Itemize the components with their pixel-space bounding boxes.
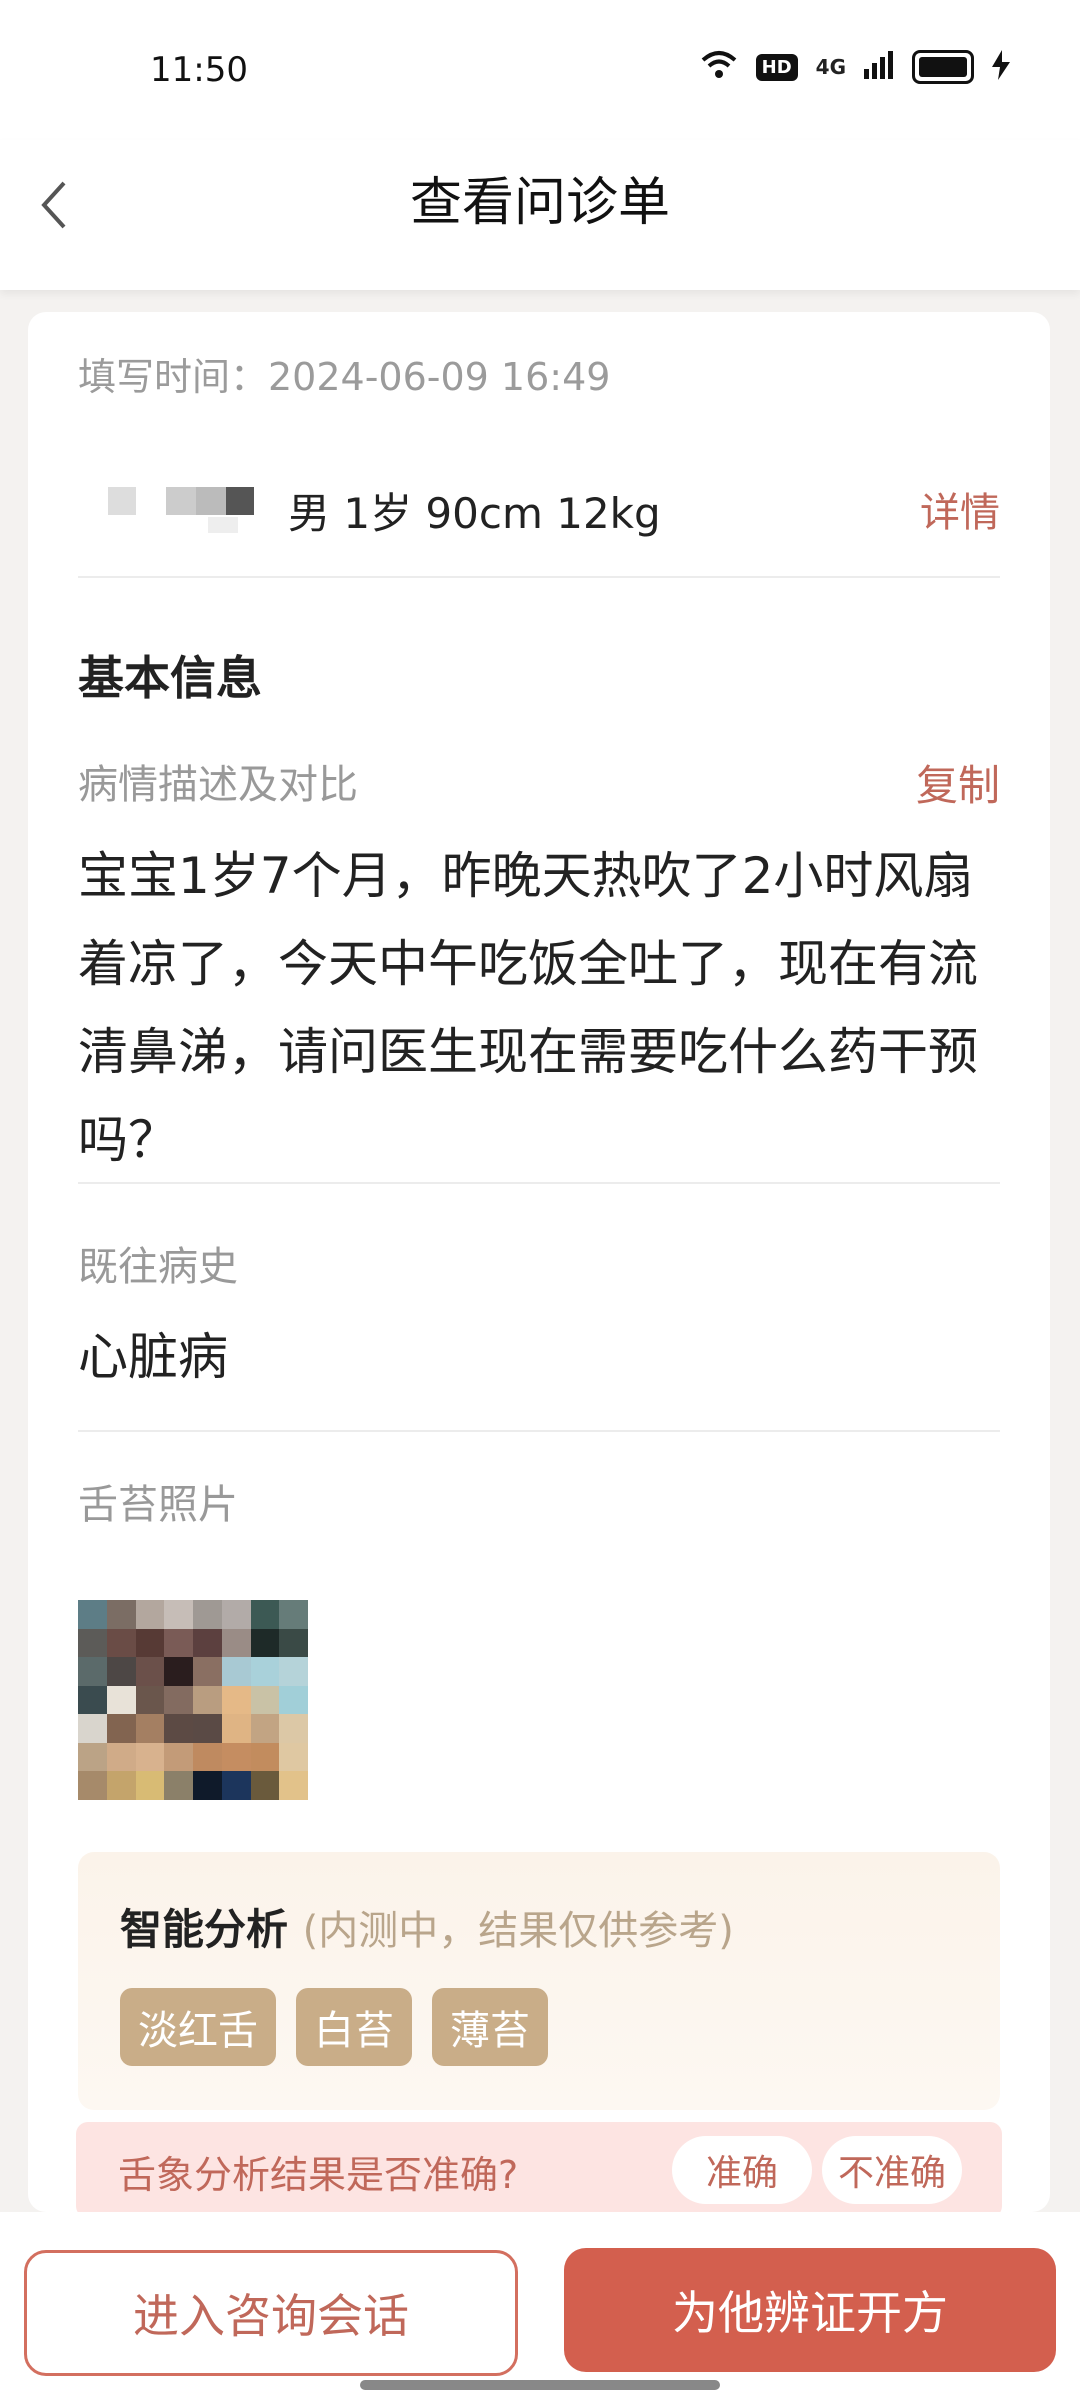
condition-description: 宝宝1岁7个月，昨晚天热吹了2小时风扇着凉了，今天中午吃饭全吐了，现在有流清鼻涕… [78, 847, 978, 1169]
feedback-question: 舌象分析结果是否准确? [118, 2153, 519, 2197]
battery-icon [912, 50, 974, 84]
section-title-basic-info: 基本信息 [78, 651, 262, 705]
home-indicator[interactable] [360, 2380, 720, 2390]
analysis-note: (内测中，结果仅供参考) [302, 1908, 734, 1954]
copy-button[interactable]: 复制 [916, 752, 1000, 813]
accurate-button[interactable]: 准确 [672, 2136, 812, 2204]
detail-link[interactable]: 详情 [920, 480, 1000, 538]
analysis-title: 智能分析 (内测中，结果仅供参考) [120, 1896, 734, 1957]
fill-time: 填写时间：2024-06-09 16:49 [78, 355, 611, 399]
bottom-action-bar: 进入咨询会话 为他辨证开方 [0, 2212, 1080, 2400]
page-title: 查看问诊单 [409, 173, 670, 233]
history-label: 既往病史 [78, 1244, 238, 1290]
patient-row[interactable]: 男 1岁 90cm 12kg 详情 [78, 472, 1000, 552]
tag-pale-red-tongue: 淡红舌 [120, 1988, 276, 2066]
analysis-title-text: 智能分析 [120, 1905, 289, 1954]
status-bar: 11:50 HD 4G [0, 0, 1080, 140]
divider [78, 576, 1000, 578]
tag-thin-coating: 薄苔 [432, 1988, 548, 2066]
status-icons: HD 4G [700, 50, 1010, 84]
hd-icon: HD [755, 53, 798, 81]
nav-bar: 查看问诊单 [0, 140, 1080, 290]
charging-icon [992, 50, 1010, 84]
tongue-tags: 淡红舌 白苔 薄苔 [120, 1988, 548, 2066]
tongue-photo-label: 舌苔照片 [78, 1482, 238, 1528]
enter-consultation-button[interactable]: 进入咨询会话 [24, 2250, 518, 2376]
patient-name-blurred [108, 472, 258, 542]
tongue-photo[interactable] [78, 1600, 308, 1800]
inaccurate-button[interactable]: 不准确 [822, 2136, 962, 2204]
consultation-card: 填写时间：2024-06-09 16:49 男 1岁 90cm 12kg 详情 … [28, 312, 1050, 2218]
divider [78, 1182, 1000, 1184]
smart-analysis-panel: 智能分析 (内测中，结果仅供参考) 淡红舌 白苔 薄苔 [78, 1852, 1000, 2110]
history-value: 心脏病 [78, 1328, 228, 1386]
status-time: 11:50 [150, 50, 248, 90]
analysis-feedback-bar: 舌象分析结果是否准确? 准确 不准确 [76, 2122, 1002, 2218]
signal-bars-icon [864, 51, 894, 83]
wifi-icon [700, 50, 738, 84]
prescribe-button[interactable]: 为他辨证开方 [564, 2248, 1056, 2372]
tag-white-coating: 白苔 [296, 1988, 412, 2066]
description-label: 病情描述及对比 [78, 762, 358, 808]
divider [78, 1430, 1000, 1432]
signal-4g-icon: 4G [815, 55, 846, 79]
patient-info: 男 1岁 90cm 12kg [288, 489, 661, 538]
